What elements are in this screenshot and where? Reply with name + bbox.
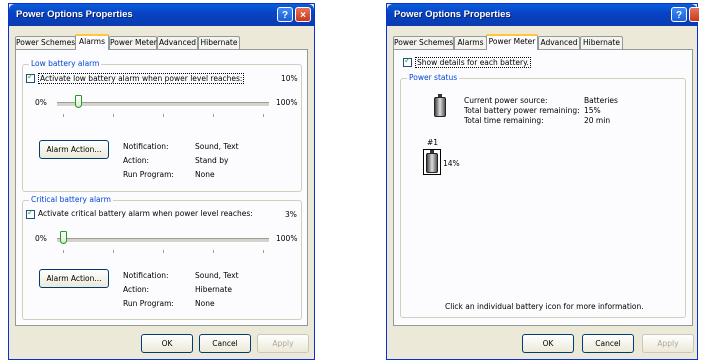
low-battery-check-label[interactable]: Activate low battery alarm when power le… [38,73,245,84]
low-battery-group-label: Low battery alarm [29,59,102,68]
low-battery-slider-track[interactable] [57,102,269,107]
apply-button[interactable]: Apply [257,334,309,353]
critical-program-value: None [195,299,215,308]
low-battery-group: Low battery alarm Activate low battery a… [22,59,302,192]
low-action-value: Stand by [195,156,229,165]
close-icon[interactable]: × [295,7,311,22]
critical-battery-checkbox[interactable] [26,208,35,219]
low-program-label: Run Program: [123,170,174,179]
power-options-window-alarms: Power Options Properties ? × Power Schem… [8,3,315,360]
critical-battery-slider-thumb[interactable] [60,231,68,244]
close-icon[interactable] [689,7,699,22]
critical-battery-max-label: 100% [276,234,298,243]
info-text: Click an individual battery icon for mor… [445,302,644,311]
critical-battery-group: Critical battery alarm Activate critical… [22,195,302,320]
low-alarm-action-button[interactable]: Alarm Action... [39,140,109,159]
tick [163,114,164,117]
window-title: Power Options Properties [16,9,133,20]
power-options-window-power-meter: Power Options Properties ? Power Schemes… [386,3,699,360]
title-bar[interactable]: Power Options Properties ? × [9,4,314,26]
tab-hibernate[interactable]: Hibernate [198,36,240,49]
critical-battery-value: 3% [285,210,297,219]
critical-alarm-action-button[interactable]: Alarm Action... [39,269,109,288]
power-meter-panel: Show details for each battery. Power sta… [393,49,693,326]
cancel-button[interactable]: Cancel [582,334,634,353]
critical-battery-check-label[interactable]: Activate critical battery alarm when pow… [38,209,253,218]
help-icon[interactable]: ? [671,7,687,22]
critical-battery-min-label: 0% [35,234,47,243]
low-battery-checkbox[interactable] [26,72,35,83]
show-details-checkbox[interactable] [403,56,412,67]
battery-number: #1 [427,138,439,147]
battery-icon [434,94,446,117]
source-label: Current power source: [464,96,548,105]
remaining-label: Total battery power remaining: [464,106,580,115]
remaining-value: 15% [584,106,601,115]
tick [213,114,214,117]
low-battery-min-label: 0% [35,98,47,107]
battery-icon [426,150,438,173]
tick [113,114,114,117]
tab-hibernate[interactable]: Hibernate [580,36,623,49]
tab-advanced[interactable]: Advanced [538,36,580,49]
tab-power-schemes[interactable]: Power Schemes [15,36,76,49]
tick [163,250,164,253]
tab-power-schemes[interactable]: Power Schemes [393,36,454,49]
tab-advanced[interactable]: Advanced [157,36,198,49]
tab-alarms[interactable]: Alarms [75,34,109,50]
critical-battery-slider-track[interactable] [57,238,269,243]
low-battery-value: 10% [281,74,298,83]
low-action-label: Action: [123,156,150,165]
power-status-group-label: Power status [407,73,460,82]
tick [263,250,264,253]
tab-alarms[interactable]: Alarms [454,36,487,49]
low-notification-value: Sound, Text [195,142,239,151]
critical-notification-label: Notification: [123,271,169,280]
tab-power-meter[interactable]: Power Meter [486,34,538,50]
critical-battery-group-label: Critical battery alarm [29,195,113,204]
window-title: Power Options Properties [394,9,511,20]
critical-action-value: Hibernate [195,285,232,294]
alarms-panel: Low battery alarm Activate low battery a… [15,49,308,326]
low-battery-max-label: 100% [276,98,298,107]
time-label: Total time remaining: [464,116,544,125]
tick [213,250,214,253]
show-details-label[interactable]: Show details for each battery. [415,57,531,68]
critical-program-label: Run Program: [123,299,174,308]
title-bar[interactable]: Power Options Properties ? [387,4,699,26]
cancel-button[interactable]: Cancel [199,334,251,353]
apply-button[interactable]: Apply [642,334,694,353]
help-icon[interactable]: ? [277,7,293,22]
low-program-value: None [195,170,215,179]
source-value: Batteries [584,96,618,105]
tick [113,250,114,253]
ok-button[interactable]: OK [522,334,574,353]
ok-button[interactable]: OK [141,334,193,353]
tick [63,250,64,253]
low-battery-slider-thumb[interactable] [75,95,83,108]
critical-notification-value: Sound, Text [195,271,239,280]
tick [63,114,64,117]
battery-1-button[interactable] [423,149,441,175]
tick [263,114,264,117]
low-notification-label: Notification: [123,142,169,151]
time-value: 20 min [584,116,611,125]
battery-1-percent: 14% [443,159,460,168]
tab-power-meter[interactable]: Power Meter [109,36,157,49]
critical-action-label: Action: [123,285,150,294]
power-status-group: Power status Current power source: Batte… [400,73,686,318]
